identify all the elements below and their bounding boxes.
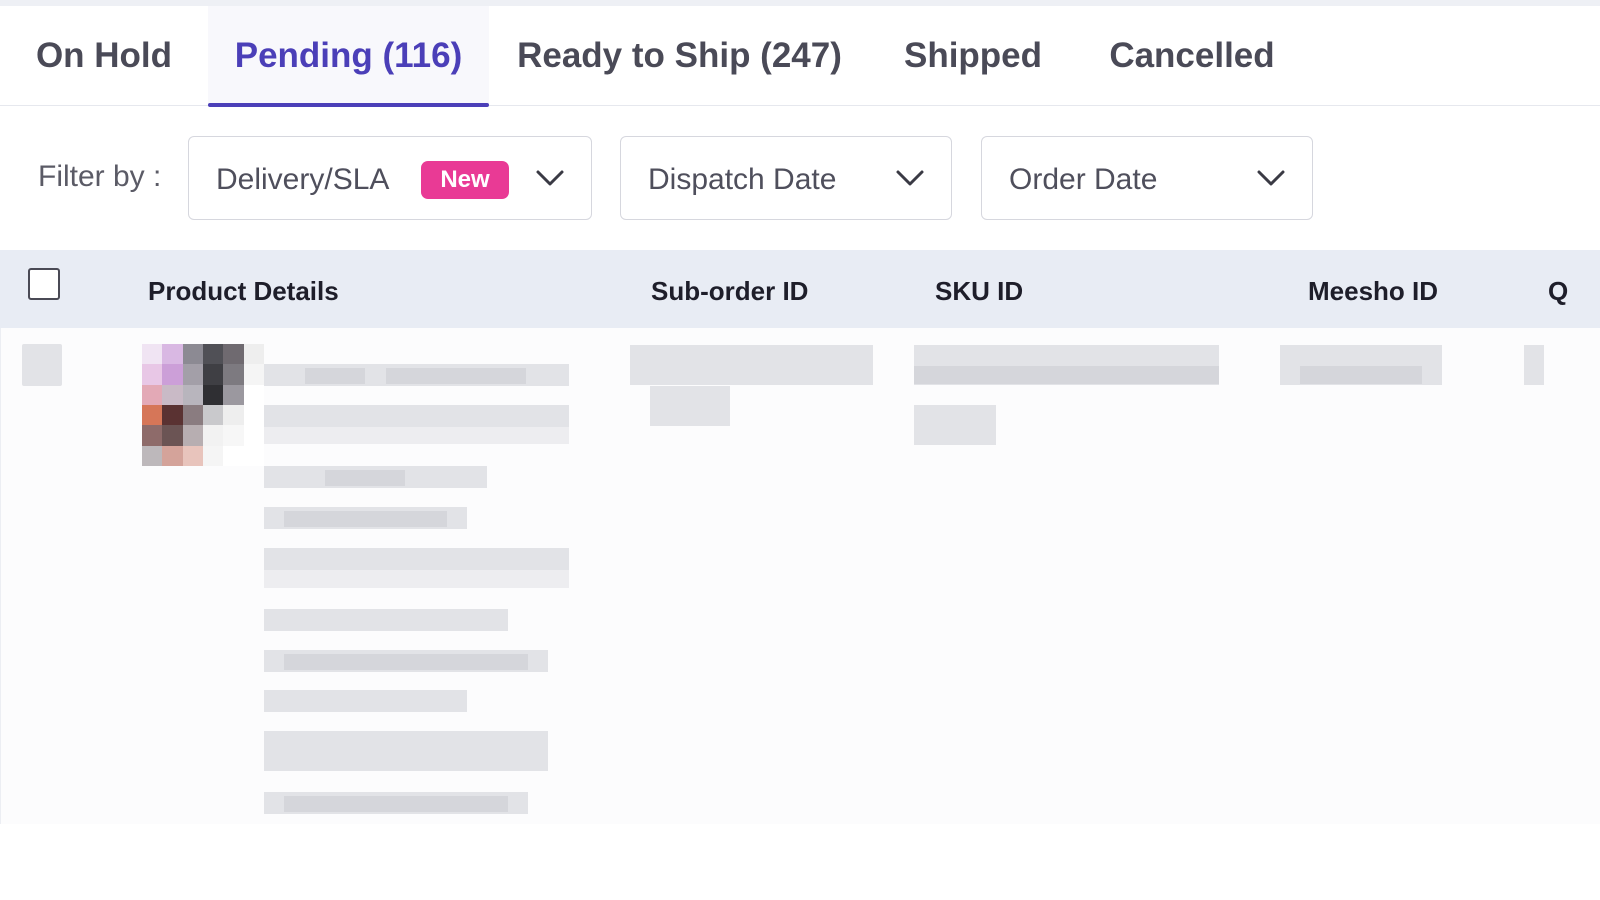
chevron-down-icon xyxy=(896,170,924,186)
chevron-down-icon xyxy=(536,170,564,186)
select-all-checkbox[interactable] xyxy=(28,268,60,300)
delivery-sla-dropdown[interactable]: Delivery/SLA New xyxy=(188,136,592,220)
column-quantity[interactable]: Q xyxy=(1548,276,1568,307)
tab-shipped[interactable]: Shipped xyxy=(870,6,1076,106)
tab-ready-to-ship[interactable]: Ready to Ship (247) xyxy=(489,6,870,106)
delivery-sla-label: Delivery/SLA xyxy=(216,163,390,196)
dispatch-date-label: Dispatch Date xyxy=(648,163,837,196)
column-sku-id[interactable]: SKU ID xyxy=(935,276,1023,307)
chevron-down-icon xyxy=(1257,170,1285,186)
new-badge: New xyxy=(421,161,509,199)
table-header: Product Details Sub-order ID SKU ID Mees… xyxy=(0,250,1600,328)
column-product-details[interactable]: Product Details xyxy=(148,276,339,307)
order-date-dropdown[interactable]: Order Date xyxy=(981,136,1313,220)
column-sub-order-id[interactable]: Sub-order ID xyxy=(651,276,808,307)
product-thumbnail xyxy=(142,344,264,466)
column-meesho-id[interactable]: Meesho ID xyxy=(1308,276,1438,307)
row-checkbox[interactable] xyxy=(22,344,62,386)
dispatch-date-dropdown[interactable]: Dispatch Date xyxy=(620,136,952,220)
tab-pending[interactable]: Pending (116) xyxy=(208,6,489,107)
order-date-label: Order Date xyxy=(1009,163,1158,196)
tab-cancelled[interactable]: Cancelled xyxy=(1076,6,1308,106)
order-status-tabs: On Hold Pending (116) Ready to Ship (247… xyxy=(0,6,1600,107)
filter-by-label: Filter by : xyxy=(38,160,162,193)
tab-on-hold[interactable]: On Hold xyxy=(0,6,208,106)
